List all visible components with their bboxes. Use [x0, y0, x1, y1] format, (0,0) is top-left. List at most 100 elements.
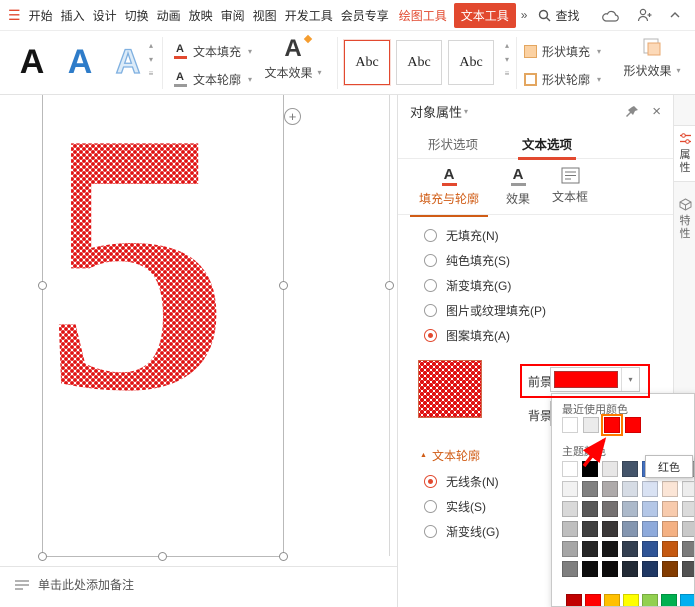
- theme-color-swatch[interactable]: [582, 501, 598, 517]
- theme-color-swatch[interactable]: [622, 521, 638, 537]
- theme-color-swatch[interactable]: [682, 501, 695, 517]
- standard-color-swatch[interactable]: [623, 594, 639, 607]
- selection-handle-bottom-left[interactable]: [38, 552, 47, 561]
- theme-color-swatch[interactable]: [602, 461, 618, 477]
- menu-tab[interactable]: 会员专享: [338, 7, 392, 24]
- theme-color-swatch[interactable]: [602, 541, 618, 557]
- notes-placeholder[interactable]: 单击此处添加备注: [38, 576, 134, 593]
- theme-color-swatch[interactable]: [682, 521, 695, 537]
- theme-color-swatch[interactable]: [622, 561, 638, 577]
- theme-color-swatch[interactable]: [642, 521, 658, 537]
- gallery-down-icon[interactable]: ▾: [505, 53, 509, 67]
- theme-color-swatch[interactable]: [682, 541, 695, 557]
- menu-tab[interactable]: 插入: [58, 7, 88, 24]
- shape-outline-button[interactable]: 形状轮廓 ▾: [524, 67, 601, 91]
- wordart-preset[interactable]: Abc: [344, 40, 390, 85]
- fill-option[interactable]: 无填充(N): [398, 223, 673, 248]
- user-add-icon[interactable]: [637, 8, 653, 22]
- notes-bar[interactable]: 单击此处添加备注: [0, 566, 397, 607]
- standard-color-swatch[interactable]: [585, 594, 601, 607]
- theme-color-swatch[interactable]: [562, 501, 578, 517]
- subtab-fill-outline[interactable]: A 填充与轮廓: [410, 167, 488, 207]
- selection-handle-right[interactable]: [279, 281, 288, 290]
- standard-color-swatch[interactable]: [604, 594, 620, 607]
- pattern-preview-swatch[interactable]: [418, 360, 482, 418]
- selection-left-edge[interactable]: [42, 95, 43, 556]
- menu-tab-text-tools[interactable]: 文本工具: [454, 3, 516, 28]
- recent-color-swatch[interactable]: [583, 417, 599, 433]
- standard-color-swatch[interactable]: [566, 594, 582, 607]
- collapse-ribbon-icon[interactable]: [669, 11, 681, 19]
- foreground-color-dropdown[interactable]: ▾: [550, 367, 640, 392]
- theme-color-swatch[interactable]: [562, 561, 578, 577]
- standard-color-swatch[interactable]: [642, 594, 658, 607]
- recent-color-swatch[interactable]: [562, 417, 578, 433]
- menu-tab[interactable]: 开发工具: [282, 7, 336, 24]
- menu-tab[interactable]: 动画: [154, 7, 184, 24]
- menu-tab[interactable]: 开始: [26, 7, 56, 24]
- fill-option[interactable]: 渐变填充(G): [398, 273, 673, 298]
- search-button[interactable]: 查找: [538, 7, 579, 24]
- theme-color-swatch[interactable]: [622, 501, 638, 517]
- menu-tab[interactable]: 审阅: [218, 7, 248, 24]
- shape-effects-button[interactable]: 形状效果▾: [612, 36, 692, 79]
- theme-color-swatch[interactable]: [662, 521, 678, 537]
- app-menu-icon[interactable]: ☰: [8, 7, 21, 24]
- theme-color-swatch[interactable]: [642, 501, 658, 517]
- shape-fill-button[interactable]: 形状填充 ▾: [524, 39, 601, 63]
- digit-5-wordart[interactable]: 5: [36, 95, 286, 395]
- theme-color-swatch[interactable]: [582, 561, 598, 577]
- theme-color-swatch[interactable]: [562, 541, 578, 557]
- recent-color-swatch[interactable]: [604, 417, 620, 433]
- theme-color-swatch[interactable]: [642, 481, 658, 497]
- theme-color-swatch[interactable]: [662, 501, 678, 517]
- theme-color-swatch[interactable]: [582, 461, 598, 477]
- fill-option[interactable]: 图案填充(A): [398, 323, 673, 348]
- selection-right-edge[interactable]: [283, 95, 284, 556]
- menu-tab[interactable]: 切换: [122, 7, 152, 24]
- menu-tab-drawing-tools[interactable]: 绘图工具: [395, 7, 451, 24]
- theme-color-swatch[interactable]: [602, 481, 618, 497]
- theme-color-swatch[interactable]: [682, 481, 695, 497]
- theme-color-swatch[interactable]: [662, 541, 678, 557]
- cloud-sync-icon[interactable]: [602, 9, 621, 22]
- recent-color-swatch[interactable]: [625, 417, 641, 433]
- chevron-down-icon[interactable]: ▾: [464, 107, 468, 116]
- text-effects-button[interactable]: A 文本效果▾: [254, 36, 332, 81]
- theme-color-swatch[interactable]: [622, 481, 638, 497]
- text-outline-section-header[interactable]: ▲ 文本轮廓: [420, 447, 480, 464]
- standard-color-swatch[interactable]: [661, 594, 677, 607]
- wordart-style-blue[interactable]: A: [60, 35, 100, 89]
- subtab-effects[interactable]: A 效果: [498, 167, 538, 207]
- gallery-more-icon[interactable]: ≡: [149, 67, 154, 81]
- wordart-preset[interactable]: Abc: [448, 40, 494, 85]
- theme-color-swatch[interactable]: [582, 481, 598, 497]
- theme-color-swatch[interactable]: [562, 521, 578, 537]
- theme-color-swatch[interactable]: [662, 481, 678, 497]
- selection-handle-bottom-center[interactable]: [158, 552, 167, 561]
- text-outline-button[interactable]: A 文本轮廓 ▾: [172, 67, 252, 91]
- gallery-more-icon[interactable]: ≡: [505, 67, 510, 81]
- theme-color-swatch[interactable]: [602, 561, 618, 577]
- fill-option[interactable]: 纯色填充(S): [398, 248, 673, 273]
- tab-text-options[interactable]: 文本选项: [520, 128, 574, 159]
- gallery-up-icon[interactable]: ▴: [149, 39, 153, 53]
- theme-color-swatch[interactable]: [642, 561, 658, 577]
- placeholder-handle-right[interactable]: [385, 281, 394, 290]
- theme-color-swatch[interactable]: [642, 541, 658, 557]
- sidebar-tab-features[interactable]: 特性: [674, 192, 695, 247]
- theme-color-swatch[interactable]: [622, 541, 638, 557]
- menu-tab[interactable]: 放映: [186, 7, 216, 24]
- close-icon[interactable]: ×: [652, 104, 661, 119]
- theme-color-swatch[interactable]: [662, 561, 678, 577]
- tab-shape-options[interactable]: 形状选项: [426, 128, 480, 159]
- fill-option[interactable]: 图片或纹理填充(P): [398, 298, 673, 323]
- text-fill-button[interactable]: A 文本填充 ▾: [172, 39, 252, 63]
- plus-handle-icon[interactable]: +: [284, 108, 301, 125]
- theme-color-swatch[interactable]: [622, 461, 638, 477]
- menu-tab[interactable]: 视图: [250, 7, 280, 24]
- selection-handle-left[interactable]: [38, 281, 47, 290]
- subtab-textbox[interactable]: 文本框: [544, 167, 596, 205]
- gallery-up-icon[interactable]: ▴: [505, 39, 509, 53]
- menu-tab[interactable]: 设计: [90, 7, 120, 24]
